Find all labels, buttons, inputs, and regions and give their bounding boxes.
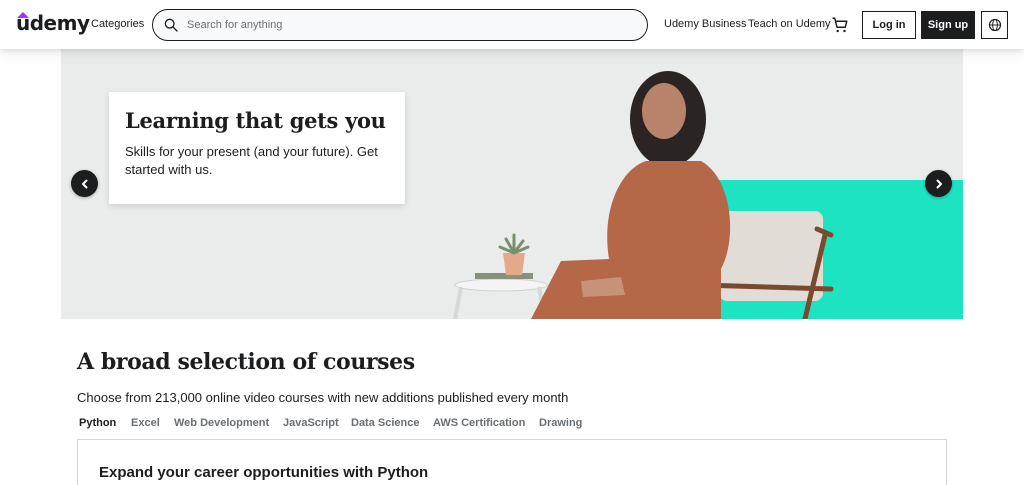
logo-hat-icon [17,12,29,18]
globe-icon [988,18,1001,32]
tab-python[interactable]: Python [79,417,116,429]
tab-excel[interactable]: Excel [131,417,160,429]
section-title: A broad selection of courses [77,349,415,375]
tab-aws-certification[interactable]: AWS Certification [433,417,525,429]
cart-icon[interactable] [831,16,849,34]
search-input[interactable] [187,16,627,34]
udemy-logo[interactable]: udemy [16,11,90,39]
tab-javascript[interactable]: JavaScript [283,417,339,429]
chevron-right-icon [936,179,942,188]
carousel-prev-button[interactable] [71,170,98,197]
udemy-business-link[interactable]: Udemy Business [664,18,747,30]
language-button[interactable] [981,11,1008,39]
course-tab-panel: Expand your career opportunities with Py… [77,439,947,485]
tab-drawing[interactable]: Drawing [539,417,582,429]
hero-subtitle: Skills for your present (and your future… [125,144,378,177]
panel-title: Expand your career opportunities with Py… [99,464,429,481]
signup-button[interactable]: Sign up [921,11,975,39]
search-icon[interactable] [163,17,179,33]
teach-on-udemy-link[interactable]: Teach on Udemy [748,18,831,30]
search-bar[interactable] [152,9,648,41]
carousel-next-button[interactable] [925,170,952,197]
hero-text-card: Learning that gets you Skills for your p… [109,92,405,204]
categories-menu[interactable]: Categories [91,18,144,30]
section-subtitle: Choose from 213,000 online video courses… [77,390,569,405]
tab-web-development[interactable]: Web Development [174,417,269,429]
top-navbar: udemy Categories Udemy Business Teach on… [0,0,1024,49]
login-button[interactable]: Log in [862,11,916,39]
hero-title: Learning that gets you [125,108,386,133]
chevron-left-icon [81,179,87,188]
tab-data-science[interactable]: Data Science [351,417,419,429]
